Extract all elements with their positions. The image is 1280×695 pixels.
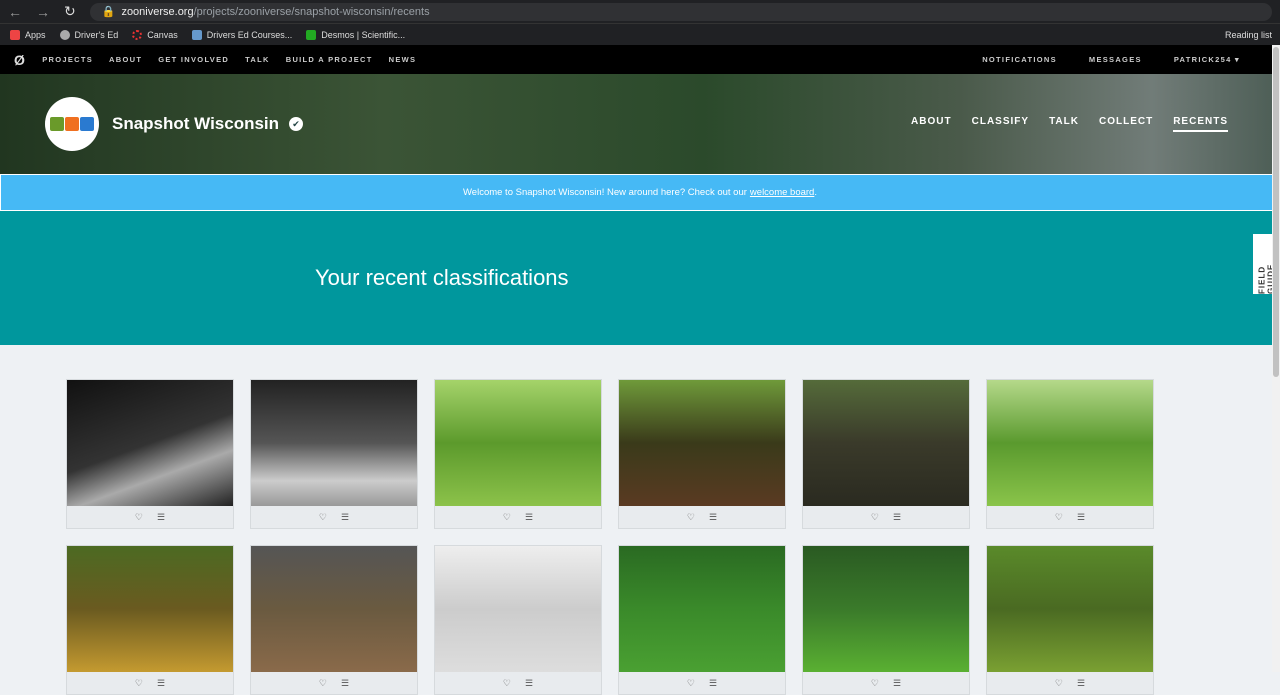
url-host: zooniverse.org	[121, 5, 194, 18]
favorite-heart-icon[interactable]: ♡	[687, 678, 695, 689]
subject-card: ♡ ☰	[66, 545, 234, 695]
browser-chrome: ← → ↻ 🔒 zooniverse.org/projects/zooniver…	[0, 0, 1280, 45]
subject-image[interactable]	[619, 546, 785, 672]
bookmark-drivers-ed[interactable]: Driver's Ed	[59, 29, 118, 40]
project-nav-classify[interactable]: CLASSIFY	[972, 116, 1029, 132]
zooniverse-nav: Ø PROJECTS ABOUT GET INVOLVED TALK BUILD…	[0, 45, 1280, 74]
bookmark-apps[interactable]: Apps	[10, 29, 46, 40]
project-avatar[interactable]	[45, 97, 99, 151]
project-nav-recents[interactable]: RECENTS	[1173, 116, 1228, 132]
subject-image[interactable]	[67, 380, 233, 506]
favorite-heart-icon[interactable]: ♡	[135, 512, 143, 523]
favorite-heart-icon[interactable]: ♡	[503, 678, 511, 689]
favorite-heart-icon[interactable]: ♡	[871, 512, 879, 523]
nav-talk[interactable]: TALK	[245, 55, 270, 64]
subject-image[interactable]	[619, 380, 785, 506]
welcome-board-link[interactable]: welcome board	[750, 187, 814, 198]
collect-list-icon[interactable]: ☰	[341, 678, 349, 689]
zooniverse-logo-icon[interactable]: Ø	[14, 52, 26, 68]
subject-card: ♡ ☰	[802, 545, 970, 695]
bookmark-drivers-ed-courses[interactable]: Drivers Ed Courses...	[191, 29, 292, 40]
subject-image[interactable]	[435, 380, 601, 506]
favorite-heart-icon[interactable]: ♡	[871, 678, 879, 689]
project-nav-collect[interactable]: COLLECT	[1099, 116, 1153, 132]
collect-list-icon[interactable]: ☰	[525, 678, 533, 689]
nav-messages[interactable]: MESSAGES	[1089, 55, 1142, 64]
scrollbar[interactable]	[1272, 45, 1280, 672]
recents-grid: ♡ ☰ ♡ ☰ ♡ ☰ ♡ ☰ ♡ ☰ ♡ ☰ ♡ ☰ ♡ ☰ ♡ ☰ ♡ ☰ ♡ ☰ ♡ ☰	[66, 379, 1154, 695]
favorite-heart-icon[interactable]: ♡	[1055, 678, 1063, 689]
forward-icon[interactable]: →	[36, 4, 50, 20]
address-bar[interactable]: 🔒 zooniverse.org/projects/zooniverse/sna…	[89, 2, 1272, 21]
lock-icon: 🔒	[101, 6, 116, 18]
collect-list-icon[interactable]: ☰	[157, 678, 165, 689]
verified-icon: ✔	[289, 117, 304, 131]
subject-card: ♡ ☰	[986, 545, 1154, 695]
nav-get-involved[interactable]: GET INVOLVED	[158, 55, 229, 64]
banner-text: Welcome to Snapshot Wisconsin! New aroun…	[463, 187, 747, 198]
subject-card: ♡ ☰	[250, 545, 418, 695]
user-menu[interactable]: PATRICK254 ▾	[1174, 55, 1240, 64]
subject-card: ♡ ☰	[434, 545, 602, 695]
subject-card: ♡ ☰	[434, 379, 602, 529]
back-icon[interactable]: ←	[8, 4, 22, 20]
favorite-heart-icon[interactable]: ♡	[503, 512, 511, 523]
project-header: Snapshot Wisconsin ✔ ABOUT CLASSIFY TALK…	[0, 74, 1280, 174]
collect-list-icon[interactable]: ☰	[709, 678, 717, 689]
recents-heading-band: Your recent classifications	[0, 211, 1280, 345]
bookmark-desmos[interactable]: Desmos | Scientific...	[306, 29, 405, 40]
subject-card: ♡ ☰	[802, 379, 970, 529]
welcome-banner: Welcome to Snapshot Wisconsin! New aroun…	[0, 174, 1280, 211]
subject-image[interactable]	[251, 380, 417, 506]
subject-image[interactable]	[987, 380, 1153, 506]
subject-card: ♡ ☰	[618, 379, 786, 529]
subject-image[interactable]	[803, 546, 969, 672]
collect-list-icon[interactable]: ☰	[1077, 678, 1085, 689]
subject-image[interactable]	[803, 380, 969, 506]
nav-about[interactable]: ABOUT	[109, 55, 142, 64]
subject-card: ♡ ☰	[250, 379, 418, 529]
subject-card: ♡ ☰	[66, 379, 234, 529]
nav-news[interactable]: NEWS	[389, 55, 417, 64]
nav-notifications[interactable]: NOTIFICATIONS	[982, 55, 1057, 64]
collect-list-icon[interactable]: ☰	[341, 512, 349, 523]
subject-image[interactable]	[251, 546, 417, 672]
page-title: Your recent classifications	[315, 265, 569, 290]
collect-list-icon[interactable]: ☰	[157, 512, 165, 523]
subject-image[interactable]	[435, 546, 601, 672]
nav-build[interactable]: BUILD A PROJECT	[286, 55, 373, 64]
url-path: /projects/zooniverse/snapshot-wisconsin/…	[193, 5, 430, 18]
subject-image[interactable]	[987, 546, 1153, 672]
collect-list-icon[interactable]: ☰	[709, 512, 717, 523]
collect-list-icon[interactable]: ☰	[893, 678, 901, 689]
subject-card: ♡ ☰	[986, 379, 1154, 529]
reload-icon[interactable]: ↻	[64, 3, 76, 20]
favorite-heart-icon[interactable]: ♡	[1055, 512, 1063, 523]
favorite-heart-icon[interactable]: ♡	[687, 512, 695, 523]
collect-list-icon[interactable]: ☰	[1077, 512, 1085, 523]
collect-list-icon[interactable]: ☰	[893, 512, 901, 523]
favorite-heart-icon[interactable]: ♡	[319, 678, 327, 689]
collect-list-icon[interactable]: ☰	[525, 512, 533, 523]
project-title[interactable]: Snapshot Wisconsin	[112, 114, 279, 134]
project-nav-about[interactable]: ABOUT	[911, 116, 952, 132]
nav-projects[interactable]: PROJECTS	[42, 55, 93, 64]
favorite-heart-icon[interactable]: ♡	[319, 512, 327, 523]
subject-image[interactable]	[67, 546, 233, 672]
subject-card: ♡ ☰	[618, 545, 786, 695]
favorite-heart-icon[interactable]: ♡	[135, 678, 143, 689]
project-nav-talk[interactable]: TALK	[1049, 116, 1079, 132]
reading-list[interactable]: Reading list	[1225, 30, 1272, 40]
bookmark-canvas[interactable]: Canvas	[132, 29, 178, 40]
